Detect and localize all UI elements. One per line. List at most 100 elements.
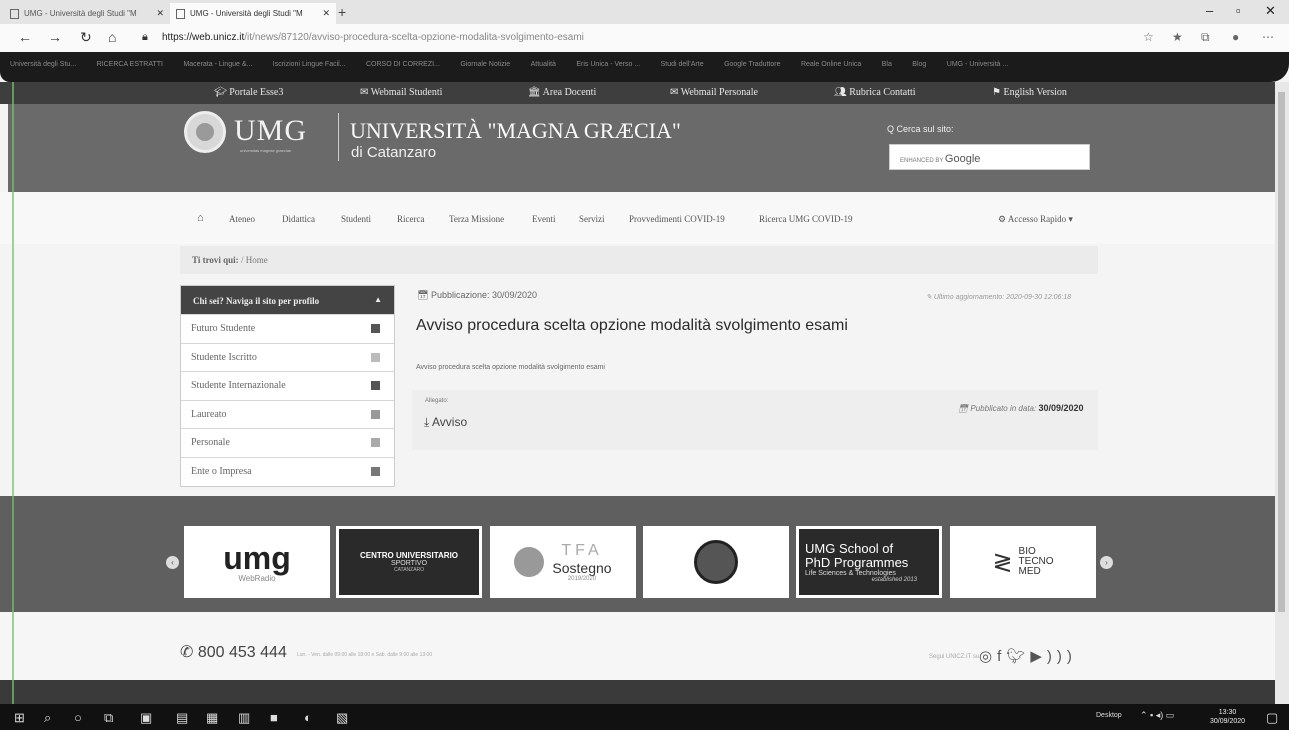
bookmark-item[interactable]: Bla — [882, 61, 892, 68]
carousel-next-icon[interactable]: › — [1100, 556, 1113, 569]
sidebar-header[interactable]: Chi sei? Naviga il sito per profilo ▲ — [181, 286, 394, 314]
store-icon[interactable]: ▣ — [140, 710, 152, 726]
close-tab-icon[interactable]: ✕ — [156, 8, 164, 19]
task-view-icon[interactable]: ⧉ — [104, 710, 113, 726]
attachment-download-link[interactable]: ⤓ Avviso — [424, 415, 467, 430]
bookmark-item[interactable]: Blog — [912, 61, 926, 68]
biotecnomed-banner[interactable]: ≷ BIO TECNO MED — [950, 526, 1096, 598]
sidebar-item-ente-impresa[interactable]: Ente o Impresa — [181, 456, 394, 486]
breadcrumb-home-link[interactable]: Home — [246, 255, 268, 265]
system-clock[interactable]: 13:30 30/09/2020 — [1210, 708, 1245, 726]
back-arrow-icon[interactable]: ← — [18, 29, 32, 45]
home-icon[interactable]: ⌂ — [197, 212, 204, 224]
profile-avatar-icon[interactable]: ● — [1232, 30, 1239, 44]
phd-school-banner[interactable]: UMG School of PhD Programmes Life Scienc… — [796, 526, 942, 598]
instagram-icon[interactable]: ◎ — [979, 648, 997, 665]
webradio-banner[interactable]: umg WebRadio — [184, 526, 330, 598]
notifications-icon[interactable]: ▢ — [1266, 710, 1278, 726]
favorite-star-icon[interactable]: ☆ — [1143, 30, 1154, 44]
tfa-sostegno-banner[interactable]: TFA Sostegno 2019/2020 — [490, 526, 636, 598]
bookmark-item[interactable]: Università degli Stu... — [10, 61, 76, 68]
bookmark-item[interactable]: CORSO DI CORREZI... — [366, 61, 440, 68]
sidebar-item-laureato[interactable]: Laureato — [181, 399, 394, 429]
webmail-studenti-link[interactable]: ✉ Webmail Studenti — [360, 87, 442, 98]
minimize-icon[interactable]: – — [1206, 3, 1213, 18]
forward-arrow-icon[interactable]: → — [48, 29, 62, 45]
app-icon[interactable]: ▦ — [206, 710, 218, 726]
cus-banner[interactable]: CENTRO UNIVERSITARIO SPORTIVO CATANZARO — [336, 526, 482, 598]
favorites-icon[interactable]: ★ — [1172, 30, 1183, 44]
home-icon[interactable]: ⌂ — [108, 29, 116, 45]
more-icon[interactable]: ⋯ — [1262, 30, 1274, 44]
portale-esse3-link[interactable]: 🎓︎ Portale Esse3 — [214, 87, 283, 98]
webmail-personale-link[interactable]: ✉ Webmail Personale — [670, 87, 758, 98]
university-seal-logo[interactable] — [184, 111, 226, 153]
chevron-up-icon[interactable]: ▲ — [374, 295, 382, 304]
nav-item-didattica[interactable]: Didattica — [282, 214, 315, 224]
carousel-prev-icon[interactable]: ‹ — [166, 556, 179, 569]
bookmark-item[interactable]: Attualità — [531, 61, 556, 68]
lock-icon[interactable]: 🔒︎ — [142, 31, 148, 44]
close-tab-icon[interactable]: ✕ — [322, 8, 330, 19]
quick-access-dropdown[interactable]: ⚙ Accesso Rapido ▾ — [998, 214, 1073, 225]
windows-start-icon[interactable]: ⊞ — [14, 710, 25, 726]
scrollbar-thumb[interactable] — [1278, 92, 1285, 612]
bookmark-item[interactable]: Macerata - Lingue &... — [183, 61, 252, 68]
nav-item-terza-missione[interactable]: Terza Missione — [449, 214, 504, 224]
english-version-link[interactable]: ⚑ English Version — [992, 87, 1067, 98]
app-icon[interactable]: ■ — [270, 710, 278, 725]
youtube-icon[interactable]: ▶ — [1030, 648, 1047, 665]
bookmark-item[interactable]: UMG - Università ... — [947, 61, 1008, 68]
nav-item-servizi[interactable]: Servizi — [579, 214, 605, 224]
sidebar-item-studente-iscritto[interactable]: Studente Iscritto — [181, 342, 394, 372]
cus-title: CENTRO UNIVERSITARIO — [359, 551, 459, 560]
tray-icons[interactable]: ⌃ ▪ ◂) ▭ — [1140, 710, 1174, 721]
rubrica-contatti-link[interactable]: 👥︎ Rubrica Contatti — [834, 87, 916, 98]
nav-item-studenti[interactable]: Studenti — [341, 214, 371, 224]
nav-item-ricerca-covid[interactable]: Ricerca UMG COVID-19 — [759, 214, 852, 224]
university-seal-banner[interactable] — [643, 526, 789, 598]
new-tab-button[interactable]: + — [338, 4, 346, 20]
close-window-icon[interactable]: ✕ — [1265, 3, 1276, 19]
bookmark-item[interactable]: Reale Online Unica — [801, 61, 861, 68]
url-field[interactable]: https://web.unicz.it/it/news/87120/avvis… — [162, 32, 584, 43]
browser-tab-active[interactable]: UMG - Università degli Studi "M ✕ — [170, 3, 336, 24]
app-icon[interactable]: ▧ — [336, 710, 348, 726]
news-body: Avviso procedura scelta opzione modalità… — [416, 364, 605, 371]
bookmark-item[interactable]: Google Traduttore — [724, 61, 780, 68]
sidebar-item-label: Studente Iscritto — [191, 351, 257, 363]
umg-logo-text[interactable]: UMG — [234, 114, 307, 148]
toll-free-phone[interactable]: ✆ 800 453 444 — [180, 642, 287, 662]
app-icon[interactable]: ▤ — [176, 710, 188, 726]
facebook-icon[interactable]: f — [997, 648, 1006, 665]
collections-icon[interactable]: ⧉ — [1201, 30, 1210, 45]
search-input[interactable]: ENHANCED BY Google — [889, 144, 1090, 170]
bookmark-item[interactable]: Studi dell'Arte — [661, 61, 704, 68]
nav-item-ricerca[interactable]: Ricerca — [397, 214, 424, 224]
nav-item-covid-provvedimenti[interactable]: Provvedimenti COVID-19 — [629, 214, 725, 224]
file-explorer-icon[interactable]: ▥ — [238, 710, 250, 726]
rss-icon[interactable]: ))) — [1047, 648, 1077, 665]
news-title: Avviso procedura scelta opzione modalità… — [416, 317, 848, 334]
refresh-icon[interactable]: ↻ — [80, 29, 92, 46]
nav-item-ateneo[interactable]: Ateneo — [229, 214, 255, 224]
bookmark-item[interactable]: Giornale Notizie — [460, 61, 510, 68]
cortana-icon[interactable]: ○ — [74, 710, 82, 725]
maximize-icon[interactable]: ▫ — [1236, 3, 1241, 18]
sidebar-item-futuro-studente[interactable]: Futuro Studente — [181, 314, 394, 343]
search-icon[interactable]: ⌕ — [44, 710, 51, 726]
browser-tab[interactable]: UMG - Università degli Studi "M ✕ — [4, 3, 170, 24]
google-brand: Google — [944, 153, 981, 165]
sidebar-item-studente-internazionale[interactable]: Studente Internazionale — [181, 371, 394, 400]
bookmark-item[interactable]: Eris Unica - Verso ... — [576, 61, 640, 68]
nav-item-eventi[interactable]: Eventi — [532, 214, 556, 224]
edge-browser-icon[interactable]: ◐ — [304, 710, 312, 725]
desktop-toolbar-label[interactable]: Desktop — [1096, 712, 1122, 719]
color-square-icon — [371, 324, 380, 333]
bookmark-item[interactable]: Iscrizioni Lingue Facil... — [273, 61, 346, 68]
bookmark-item[interactable]: RICERCA ESTRATTI — [97, 61, 163, 68]
breadcrumb: Ti trovi qui: / Home — [180, 246, 1098, 274]
twitter-icon[interactable]: 🐦︎ — [1006, 648, 1030, 665]
area-docenti-link[interactable]: 🏛︎ Area Docenti — [528, 87, 596, 98]
sidebar-item-personale[interactable]: Personale — [181, 428, 394, 457]
